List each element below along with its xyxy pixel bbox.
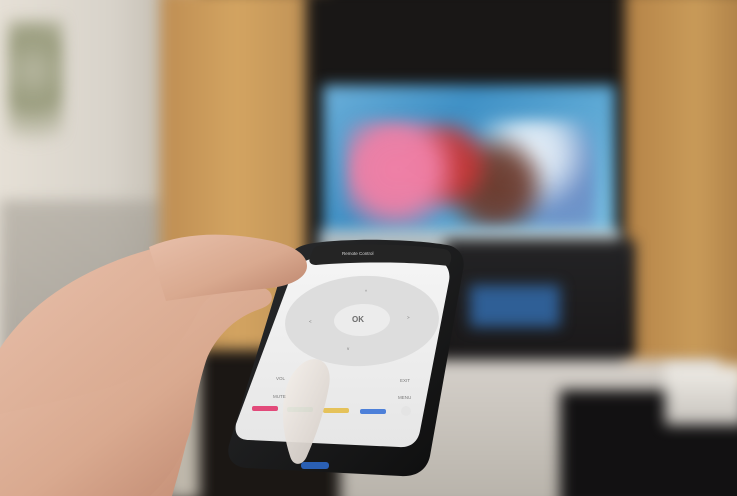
screen-header-title: Remote Control xyxy=(342,251,374,256)
right-mid-label: MENU xyxy=(398,395,411,400)
hand-and-phone: Remote Control OK ^ v < > VOL EXIT MUTE … xyxy=(0,234,464,496)
dpad-left-label: < xyxy=(309,319,312,324)
phone-bottom-light xyxy=(301,462,329,469)
color-button-yellow[interactable] xyxy=(323,408,349,413)
left-top-label: VOL xyxy=(276,376,286,381)
color-button-blue[interactable] xyxy=(360,409,386,414)
color-button-red[interactable] xyxy=(252,406,278,411)
dpad-right-label: > xyxy=(407,315,410,320)
ok-label: OK xyxy=(352,315,364,324)
left-mid-label: MUTE xyxy=(273,394,286,399)
small-round-button[interactable] xyxy=(401,406,411,416)
right-top-label: EXIT xyxy=(400,378,410,383)
photo-scene: Remote Control OK ^ v < > VOL EXIT MUTE … xyxy=(0,0,737,496)
